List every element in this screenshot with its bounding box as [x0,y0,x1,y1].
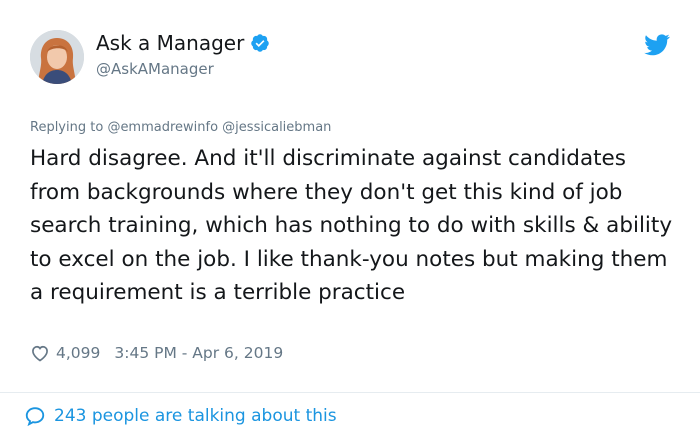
display-name[interactable]: Ask a Manager [96,31,244,55]
name-row: Ask a Manager [96,30,270,56]
avatar[interactable] [30,30,84,84]
tweet-timestamp[interactable]: 3:45 PM - Apr 6, 2019 [114,344,283,362]
tweet-meta: 4,099 3:45 PM - Apr 6, 2019 [30,343,283,363]
talking-count[interactable]: 243 people are talking about this [54,406,337,426]
conversation-link[interactable]: 243 people are talking about this [24,405,337,427]
divider [0,392,700,393]
author-block[interactable]: Ask a Manager @AskAManager [96,30,270,78]
reply-mentions[interactable]: @emmadrewinfo @jessicaliebman [107,120,331,135]
speech-bubble-icon [24,405,46,427]
replying-to: Replying to @emmadrewinfo @jessicaliebma… [30,120,331,135]
like-count[interactable]: 4,099 [56,344,100,362]
replying-to-label: Replying to [30,120,104,135]
tweet-text: Hard disagree. And it'll discriminate ag… [30,146,673,305]
verified-badge-icon [250,33,270,53]
heart-icon[interactable] [30,343,50,363]
tweet-card: Ask a Manager @AskAManager Replying to @… [0,0,700,440]
user-handle[interactable]: @AskAManager [96,60,270,78]
twitter-bird-icon[interactable] [644,34,670,56]
